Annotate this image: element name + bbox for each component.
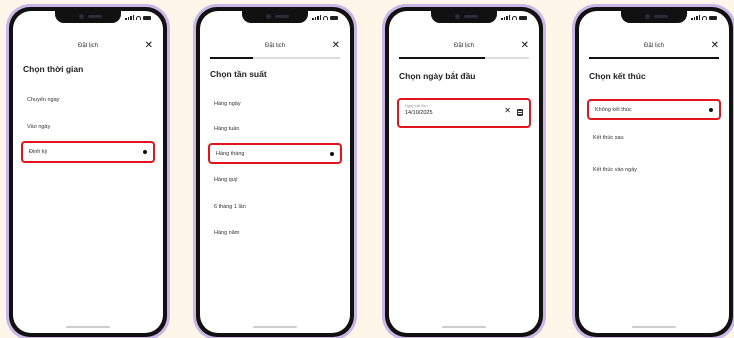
page-title: Đặt lịch [77,43,98,49]
battery-icon [330,16,338,20]
option-hang-nam[interactable]: Hàng năm [208,224,342,242]
option-hang-quy[interactable]: Hàng quý [208,171,342,189]
option-label: Hàng tháng [216,150,245,157]
option-ket-thuc-vao-ngay[interactable]: Kết thúc vào ngày [587,161,721,179]
option-chuyen-ngay[interactable]: Chuyển ngay [21,91,155,109]
phone-screen-1: Đặt lịch ✕ Chọn thời gian Chuyển ngay Và… [6,4,170,338]
status-bar-icons [312,15,338,20]
wifi-icon [136,16,141,20]
signal-icon [125,15,134,20]
page-title: Đặt lịch [453,43,474,49]
option-6-thang-1-lan[interactable]: 6 tháng 1 lần [208,198,342,216]
battery-icon [143,16,151,20]
signal-icon [501,15,510,20]
signal-icon [691,15,700,20]
option-dinh-ky[interactable]: Định kỳ [21,141,155,163]
close-icon[interactable]: ✕ [332,40,340,52]
option-label: Hàng năm [214,230,240,236]
option-hang-thang[interactable]: Hàng tháng [208,143,342,164]
status-bar-icons [125,15,151,20]
option-label: Kết thúc vào ngày [593,167,638,173]
option-label: 6 tháng 1 lần [214,204,246,210]
wifi-icon [702,16,707,20]
option-label: Định kỳ [29,149,48,155]
option-label: Không kết thúc [595,106,632,113]
screen-3: Đặt lịch ✕ Chọn ngày bắt đầu Ngày bắt đầ… [389,11,539,333]
phone-screen-3: Đặt lịch ✕ Chọn ngày bắt đầu Ngày bắt đầ… [382,4,546,338]
notch [242,11,308,23]
option-label: Kết thúc sau [593,135,624,141]
selected-radio-icon [709,107,713,112]
screen-header: Đặt lịch ✕ [389,40,539,52]
notch [621,11,687,23]
option-label: Chuyển ngay [27,97,60,103]
page-title: Đặt lịch [264,43,285,49]
phone-screen-2: Đặt lịch ✕ Chọn tần suất Hàng ngày Hàng … [193,4,357,338]
screen-header: Đặt lịch ✕ [13,40,163,52]
screen-1: Đặt lịch ✕ Chọn thời gian Chuyển ngay Và… [13,11,163,333]
section-title: Chọn thời gian [23,64,84,74]
home-indicator [253,326,297,328]
section-title: Chọn kết thúc [589,71,646,81]
start-date-field[interactable]: Ngày bắt đầu 14/10/2025 ✕ [397,98,531,128]
close-icon[interactable]: ✕ [711,40,719,52]
option-label: Hàng ngày [214,101,241,107]
section-title: Chọn tần suất [210,69,267,79]
signal-icon [312,15,321,20]
clear-icon[interactable]: ✕ [504,106,511,115]
step-progress-bar [210,57,340,59]
option-hang-ngay[interactable]: Hàng ngày [208,95,342,113]
home-indicator [442,326,486,328]
option-khong-ket-thuc[interactable]: Không kết thúc [587,99,721,120]
status-bar-icons [691,15,717,20]
calendar-icon[interactable] [517,109,523,116]
screen-4: Đặt lịch ✕ Chọn kết thúc Không kết thúc … [579,11,729,333]
step-progress-fill [210,57,253,59]
section-title: Chọn ngày bắt đầu [399,71,476,81]
screen-header: Đặt lịch ✕ [579,40,729,52]
phone-screen-4: Đặt lịch ✕ Chọn kết thúc Không kết thúc … [572,4,734,338]
close-icon[interactable]: ✕ [521,40,529,52]
notch [431,11,497,23]
option-ket-thuc-sau[interactable]: Kết thúc sau [587,129,721,147]
selected-radio-icon [143,150,147,154]
wifi-icon [323,16,328,20]
page-title: Đặt lịch [643,43,664,49]
option-vao-ngay[interactable]: Vào ngày [21,118,155,136]
option-label: Hàng quý [214,177,238,183]
option-label: Hàng tuần [214,126,240,132]
home-indicator [632,326,676,328]
notch [55,11,121,23]
step-progress-bar [399,57,529,59]
battery-icon [709,16,717,20]
step-progress-fill [399,57,485,59]
selected-radio-icon [330,151,334,156]
wifi-icon [512,16,517,20]
step-progress-fill [589,57,719,59]
close-icon[interactable]: ✕ [145,40,153,52]
home-indicator [66,326,110,328]
battery-icon [519,16,527,20]
screen-header: Đặt lịch ✕ [200,40,350,52]
option-label: Vào ngày [27,124,51,130]
step-progress-bar [589,57,719,59]
option-hang-tuan[interactable]: Hàng tuần [208,120,342,138]
screen-2: Đặt lịch ✕ Chọn tần suất Hàng ngày Hàng … [200,11,350,333]
status-bar-icons [501,15,527,20]
